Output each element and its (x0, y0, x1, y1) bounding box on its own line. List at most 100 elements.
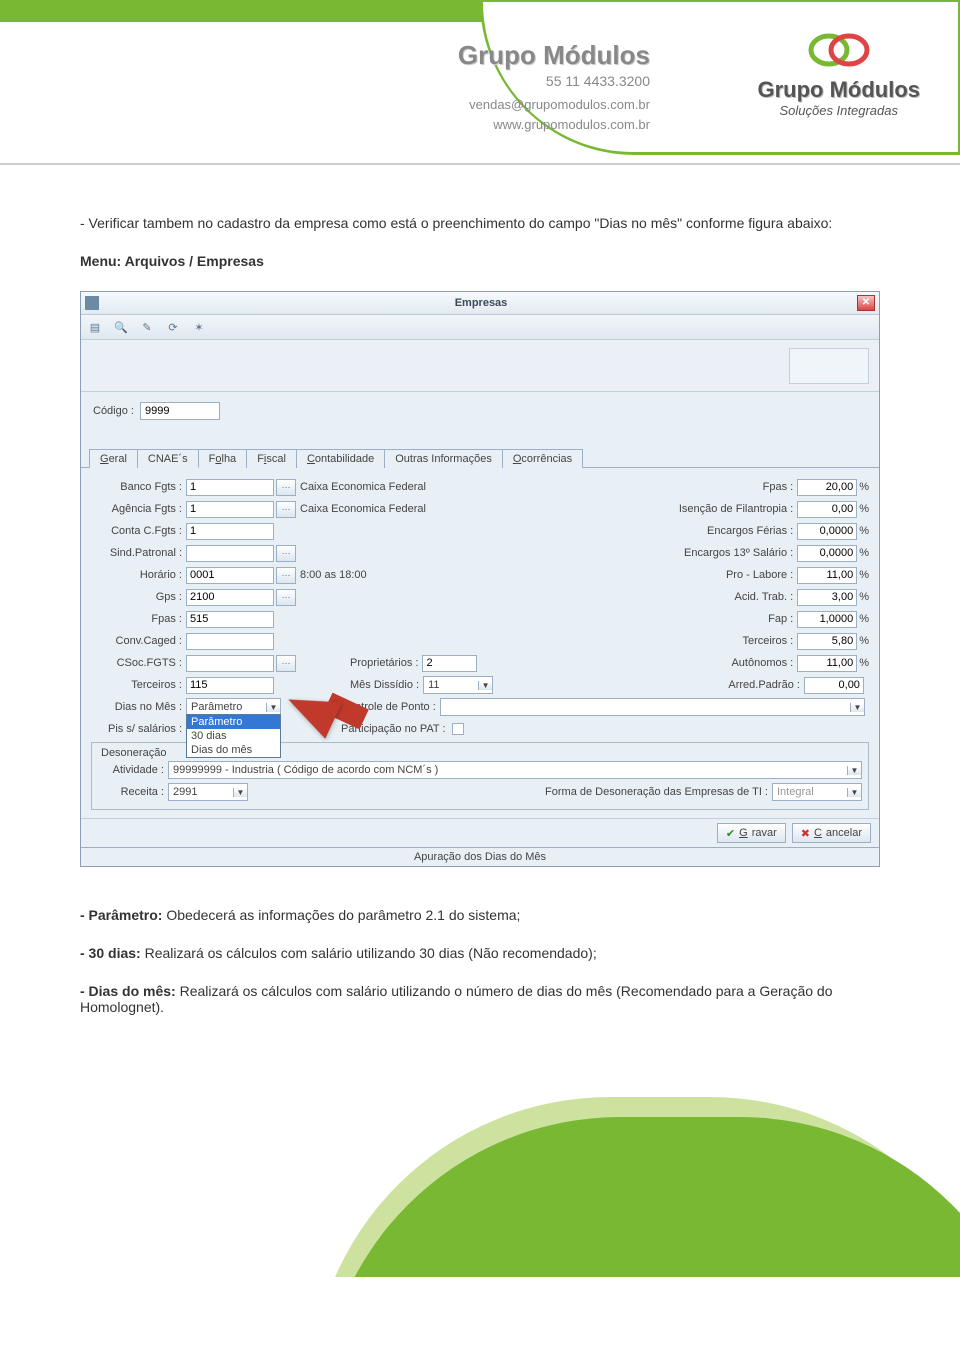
atividade-dropdown[interactable]: 99999999 - Industria ( Código de acordo … (168, 761, 862, 779)
field-label: Conv.Caged : (91, 635, 186, 647)
proprietarios-input[interactable] (422, 655, 477, 672)
form-row: Banco Fgts : ⋯ Caixa Economica Federal F… (91, 476, 869, 498)
toolbar-btn-5[interactable]: ✶ (189, 318, 209, 336)
field-input[interactable] (186, 479, 274, 496)
field-input[interactable] (186, 501, 274, 518)
percent-label: % (859, 657, 869, 669)
field-input[interactable] (186, 589, 274, 606)
window-statusbar: Apuração dos Dias do Mês (81, 847, 879, 866)
field-input-right[interactable] (797, 501, 857, 518)
trinta-line: - 30 dias: Realizará os cálculos com sal… (80, 945, 880, 961)
diasmes-options: Parâmetro 30 dias Dias do mês (186, 714, 281, 758)
chevron-down-icon: ▼ (233, 788, 247, 797)
field-input-right[interactable] (797, 589, 857, 606)
percent-label: % (859, 547, 869, 559)
percent-label: % (859, 481, 869, 493)
participacao-checkbox[interactable] (452, 723, 464, 735)
receita-label: Receita : (98, 786, 168, 798)
pissal-label: Pis s/ salários : (91, 723, 186, 735)
field-input[interactable] (186, 523, 274, 540)
receita-dropdown[interactable]: 2991▼ (168, 783, 248, 801)
tab-cnaes[interactable]: CNAE´s (137, 449, 199, 468)
header-logo: Grupo Módulos Soluções Integradas (757, 30, 920, 118)
header-email: vendas@grupomodulos.com.br (340, 95, 650, 115)
cancelar-button[interactable]: ✖Cancelar (792, 823, 871, 843)
field-label: CSoc.FGTS : (91, 657, 186, 669)
form-row: Gps : ⋯ Acid. Trab. : % (91, 586, 869, 608)
field-input-right[interactable] (797, 545, 857, 562)
lookup-button[interactable]: ⋯ (276, 589, 296, 606)
field-input-right[interactable] (797, 523, 857, 540)
formadeson-label: Forma de Desoneração das Empresas de TI … (248, 786, 772, 798)
form-row: Terceiros : Mês Dissídio :11▼ Arred.Padr… (91, 674, 869, 696)
field-input-right[interactable] (797, 655, 857, 672)
diasmes-label: Dias no Mês : (91, 701, 186, 713)
option-30dias[interactable]: 30 dias (187, 729, 280, 743)
field-input[interactable] (186, 567, 274, 584)
option-diasdomes[interactable]: Dias do mês (187, 743, 280, 757)
ribbon-box (789, 348, 869, 384)
toolbar-btn-1[interactable]: ▤ (85, 318, 105, 336)
parametro-line: - Parâmetro: Obedecerá as informações do… (80, 907, 880, 923)
edit-icon[interactable]: ✎ (137, 318, 157, 336)
folha-form: Banco Fgts : ⋯ Caixa Economica Federal F… (81, 468, 879, 818)
check-icon: ✔ (726, 827, 735, 840)
option-parametro[interactable]: Parâmetro (187, 715, 280, 729)
intro-text: - Verificar tambem no cadastro da empres… (80, 215, 880, 231)
formadeson-dropdown[interactable]: Integral▼ (772, 783, 862, 801)
header-contact: Grupo Módulos 55 11 4433.3200 vendas@gru… (340, 40, 650, 134)
x-icon: ✖ (801, 827, 810, 840)
window-titlebar: Empresas ✕ (81, 292, 879, 315)
field-input-right[interactable] (797, 633, 857, 650)
field-label-right: Fap : (300, 613, 797, 625)
form-row: Conv.Caged : Terceiros : % (91, 630, 869, 652)
field-input[interactable] (186, 633, 274, 650)
field-input[interactable] (186, 655, 274, 672)
form-row: CSoc.FGTS : ⋯ Proprietários : Autônomos … (91, 652, 869, 674)
lookup-button[interactable]: ⋯ (276, 545, 296, 562)
tab-ocorrencias[interactable]: Ocorrências (502, 449, 583, 468)
search-icon[interactable]: 🔍 (111, 318, 131, 336)
lookup-button[interactable]: ⋯ (276, 501, 296, 518)
gravar-button[interactable]: ✔Gravar (717, 823, 786, 843)
field-input[interactable] (186, 677, 274, 694)
header-divider (0, 163, 960, 165)
tab-contabilidade[interactable]: Contabilidade (296, 449, 385, 468)
controleponto-dropdown[interactable]: ▼ (440, 698, 865, 716)
chevron-down-icon: ▼ (847, 766, 861, 775)
document-body: - Verificar tambem no cadastro da empres… (0, 165, 960, 1077)
chevron-down-icon: ▼ (266, 703, 280, 712)
atividade-label: Atividade : (98, 764, 168, 776)
header-phone: 55 11 4433.3200 (340, 73, 650, 89)
field-input-right[interactable] (797, 611, 857, 628)
tab-outras[interactable]: Outras Informações (384, 449, 503, 468)
mesdissidio-dropdown[interactable]: 11▼ (423, 676, 493, 694)
field-label: Sind.Patronal : (91, 547, 186, 559)
field-input[interactable] (186, 545, 274, 562)
lookup-button[interactable]: ⋯ (276, 655, 296, 672)
form-row: Agência Fgts : ⋯ Caixa Economica Federal… (91, 498, 869, 520)
refresh-icon[interactable]: ⟳ (163, 318, 183, 336)
empresas-window: Empresas ✕ ▤ 🔍 ✎ ⟳ ✶ Código : Geral CNAE… (80, 291, 880, 867)
window-buttons: ✔Gravar ✖Cancelar (81, 818, 879, 847)
field-input-right[interactable] (797, 479, 857, 496)
tab-fiscal[interactable]: Fiscal (246, 449, 297, 468)
tab-geral[interactable]: Geral (89, 449, 138, 468)
tab-folha[interactable]: Folha (198, 449, 248, 468)
field-label-right: Acid. Trab. : (300, 591, 797, 603)
lookup-button[interactable]: ⋯ (276, 567, 296, 584)
desoneracao-legend: Desoneração (98, 747, 169, 759)
field-input[interactable] (186, 611, 274, 628)
close-button[interactable]: ✕ (857, 295, 875, 311)
field-input-right[interactable] (797, 567, 857, 584)
field-label-right: Pro - Labore : (367, 569, 798, 581)
proprietarios-label: Proprietários : (350, 657, 418, 669)
form-row: Fpas : Fap : % (91, 608, 869, 630)
codigo-input[interactable] (140, 402, 220, 420)
field-label-right: Autônomos : (477, 657, 797, 669)
mesdissidio-label: Mês Dissídio : (350, 679, 419, 691)
field-input-right[interactable] (804, 677, 864, 694)
codigo-label: Código : (93, 405, 134, 417)
lookup-button[interactable]: ⋯ (276, 479, 296, 496)
field-label-right: Terceiros : (300, 635, 797, 647)
